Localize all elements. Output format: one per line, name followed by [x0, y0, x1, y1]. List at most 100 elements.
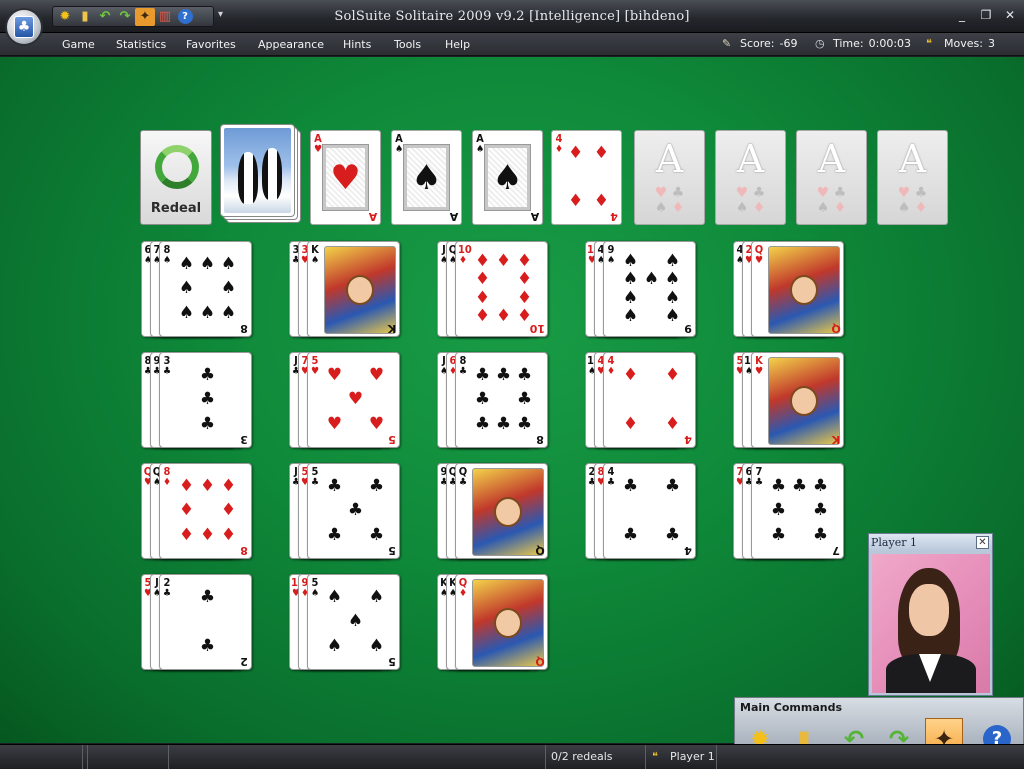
time-value: 0:00:03 [868, 37, 912, 50]
player-panel-close-button[interactable]: ✕ [976, 536, 989, 549]
card-index: 8 ♠ [162, 244, 172, 266]
card-index: K ♠ [310, 244, 320, 266]
menu-hints[interactable]: Hints [343, 38, 371, 51]
tableau-card-top[interactable]: 9 ♠ ♠ ♠ ♠ ♠ ♠ ♠ ♠ ♠ ♠ 9 [603, 241, 696, 337]
card-index: 8 ♣ [458, 355, 468, 377]
moves-display: ❝ Moves: 3 [926, 37, 995, 50]
menu-favorites[interactable]: Favorites [186, 38, 236, 51]
close-button[interactable]: ✕ [999, 7, 1021, 23]
tableau-card-top[interactable]: 2 ♣ ♣ ♣ 2 [159, 574, 252, 670]
tableau-card-top[interactable]: 8 ♣ ♣ ♣ ♣ ♣ ♣ ♣ ♣ ♣ 8 [455, 352, 548, 448]
foundation-pile[interactable]: A ♠ ♠ A [391, 130, 462, 225]
card-suit-icon: ♦ [606, 366, 616, 377]
menu-game[interactable]: Game [62, 38, 95, 51]
menu-appearance[interactable]: Appearance [258, 38, 324, 51]
card-index-bottom: Q [535, 655, 545, 668]
clock-icon: ◷ [815, 37, 825, 50]
face-card-portrait [768, 246, 840, 334]
card-index: A ♥ [313, 133, 323, 155]
redeal-label: Redeal [150, 201, 202, 216]
tableau-card-top[interactable]: 10 ♦ ♦ ♦ ♦ ♦ ♦ ♦ ♦ ♦ ♦ ♦ 10 [455, 241, 548, 337]
card-suit-icon: ♦ [162, 477, 172, 488]
card-index: 9 ♠ [606, 244, 616, 266]
tableau-card-top[interactable]: 5 ♣ ♣ ♣ ♣ ♣ ♣ 5 [307, 463, 400, 559]
foundation-pile[interactable]: A ♥ ♥ A [310, 130, 381, 225]
card-index: A ♠ [394, 133, 404, 155]
tableau-card-top[interactable]: 5 ♠ ♠ ♠ ♠ ♠ ♠ 5 [307, 574, 400, 670]
foundation-empty[interactable]: A ♥ ♣ ♠ ♦ [634, 130, 705, 225]
player-avatar [872, 554, 990, 693]
card-index: 8 ♦ [162, 466, 172, 488]
redeal-button[interactable]: Redeal [140, 130, 212, 225]
face-card-portrait [472, 579, 544, 667]
card-pips: ♣ ♣ ♣ [199, 364, 216, 435]
menu-help[interactable]: Help [445, 38, 470, 51]
face-card-portrait [472, 468, 544, 556]
foundation-empty[interactable]: A ♥ ♣ ♠ ♦ [877, 130, 948, 225]
tableau-card-top[interactable]: 8 ♦ ♦ ♦ ♦ ♦ ♦ ♦ ♦ ♦ 8 [159, 463, 252, 559]
card-suit-icon: ♣ [606, 477, 616, 488]
tableau-card-top[interactable]: Q ♦ Q [455, 574, 548, 670]
footprints-icon: ❝ [926, 37, 932, 50]
tableau-card-top[interactable]: Q ♥ Q [751, 241, 844, 337]
face-card-portrait [324, 246, 396, 334]
card-pips: ♥ ♥ ♥ ♥ ♥ [326, 364, 385, 435]
card-index-bottom: 8 [536, 433, 544, 446]
app-menu-button[interactable]: ♣ [5, 8, 43, 46]
card-suit-icon: ♥ [754, 255, 764, 266]
foundation-suits-icon: ♥ ♣ ♠ ♦ [654, 185, 685, 216]
card-index: Q ♥ [754, 244, 764, 266]
player-panel-header: Player 1 ✕ [869, 534, 992, 552]
card-index-bottom: 5 [388, 433, 396, 446]
card-index: 4 ♣ [606, 466, 616, 488]
card-index-bottom: Q [535, 544, 545, 557]
card-index-bottom: K [831, 433, 841, 446]
card-index: 4 ♦ [554, 133, 564, 155]
tableau-card-top[interactable]: K ♠ K [307, 241, 400, 337]
foundation-empty[interactable]: A ♥ ♣ ♠ ♦ [796, 130, 867, 225]
score-label: Score: [740, 37, 775, 50]
menu-statistics[interactable]: Statistics [116, 38, 166, 51]
card-index-bottom: A [449, 210, 459, 223]
score-icon: ✎ [722, 37, 732, 50]
card-suit-icon: ♣ [162, 588, 172, 599]
tableau-card-top[interactable]: 4 ♣ ♣ ♣ ♣ ♣ 4 [603, 463, 696, 559]
maximize-button[interactable]: ❐ [975, 7, 997, 23]
card-index-bottom: 7 [832, 544, 840, 557]
card-index: 7 ♣ [754, 466, 764, 488]
foundation-pile[interactable]: 4 ♦ ♦ ♦ ♦ ♦ 4 [551, 130, 622, 225]
main-commands-panel: Main Commands ✹ ▮ ↶ ↷ ✦ ? [734, 697, 1024, 760]
card-suit-icon: ♣ [310, 477, 320, 488]
foundation-pile[interactable]: A ♠ ♠ A [472, 130, 543, 225]
foundation-placeholder-letter: A [736, 137, 765, 181]
tableau-card-top[interactable]: 7 ♣ ♣ ♣ ♣ ♣ ♣ ♣ ♣ 7 [751, 463, 844, 559]
face-card-portrait [768, 357, 840, 445]
tableau-card-top[interactable]: K ♥ K [751, 352, 844, 448]
foundation-empty[interactable]: A ♥ ♣ ♠ ♦ [715, 130, 786, 225]
player-status: Player 1 [670, 750, 715, 763]
tableau-card-top[interactable]: Q ♣ Q [455, 463, 548, 559]
menu-bar: Game Statistics Favorites Appearance Hin… [0, 33, 1024, 56]
card-index: A ♠ [475, 133, 485, 155]
card-back-penguins-image [224, 128, 291, 213]
tableau-card-top[interactable]: 8 ♠ ♠ ♠ ♠ ♠ ♠ ♠ ♠ ♠ 8 [159, 241, 252, 337]
card-pips: ♦ ♦ ♦ ♦ ♦ ♦ ♦ ♦ [178, 475, 237, 546]
card-pips: ♣ ♣ ♣ ♣ ♣ ♣ ♣ ♣ [474, 364, 533, 435]
ace-center-suit-icon: ♥ [322, 144, 369, 211]
tableau-card-top[interactable]: 5 ♥ ♥ ♥ ♥ ♥ ♥ 5 [307, 352, 400, 448]
card-index-bottom: 4 [610, 210, 618, 223]
foundation-placeholder-letter: A [817, 137, 846, 181]
tableau-card-top[interactable]: 3 ♣ ♣ ♣ ♣ 3 [159, 352, 252, 448]
minimize-button[interactable]: _ [951, 7, 973, 23]
tableau-card-top[interactable]: 4 ♦ ♦ ♦ ♦ ♦ 4 [603, 352, 696, 448]
menu-tools[interactable]: Tools [394, 38, 421, 51]
card-index-bottom: 3 [240, 433, 248, 446]
foundation-suits-icon: ♥ ♣ ♠ ♦ [735, 185, 766, 216]
foundation-placeholder-letter: A [898, 137, 927, 181]
card-suit-icon: ♦ [458, 588, 468, 599]
card-index: 5 ♣ [310, 466, 320, 488]
card-suit-icon: ♣ [162, 366, 172, 377]
player-status-icon: ❝ [652, 750, 658, 763]
card-pips: ♦ ♦ ♦ ♦ [622, 364, 681, 435]
card-index-bottom: 8 [240, 544, 248, 557]
